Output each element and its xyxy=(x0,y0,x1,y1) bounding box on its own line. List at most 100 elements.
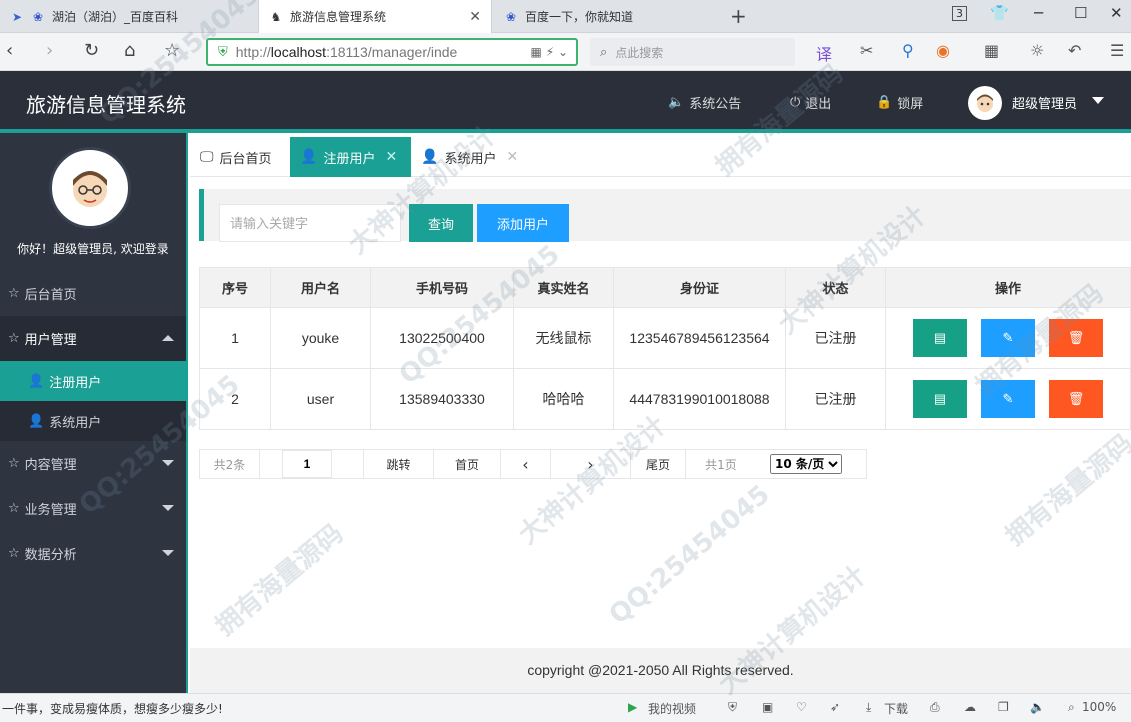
cell-real-name: 哈哈哈 xyxy=(513,368,614,430)
browser-tab[interactable]: ➤ ❀ 湖泊（湖泊）_百度百科 xyxy=(0,0,258,33)
home-icon[interactable]: ⌂ xyxy=(124,39,135,63)
my-video-link[interactable]: 我的视频 xyxy=(648,700,696,717)
shield-icon[interactable]: ⛨ xyxy=(728,700,737,715)
app-header: 旅游信息管理系统 🔈 系统公告 ⏻ 退出 🔒 锁屏 超级管理员 xyxy=(0,71,1131,133)
address-bar[interactable]: ⛨ http://localhost:18113/manager/inde ▦ … xyxy=(206,38,578,66)
apps-grid-icon[interactable]: ▦ xyxy=(984,41,999,60)
reload-icon[interactable]: ↻ xyxy=(84,39,99,63)
power-icon: ⏻ xyxy=(790,95,801,110)
menu-icon[interactable]: ☰ xyxy=(1110,41,1124,60)
sidebar-item-data-analysis[interactable]: ☆ 数据分析 xyxy=(0,531,186,576)
tab-system-users[interactable]: 👤 系统用户 ✕ xyxy=(411,137,531,177)
scissors-icon[interactable]: ✂ xyxy=(860,41,873,60)
cell-id-card: 444783199010018088 xyxy=(613,368,786,430)
translate-icon[interactable]: 译 xyxy=(816,41,832,65)
shirt-icon[interactable]: 👕 xyxy=(990,4,1009,22)
sidebar-subitem-registered-users[interactable]: 👤 注册用户 xyxy=(0,361,186,401)
sidebar-avatar xyxy=(49,147,131,229)
close-icon[interactable]: ✕ xyxy=(506,149,518,165)
logout-link[interactable]: ⏻ 退出 xyxy=(790,93,831,112)
last-page-button[interactable]: 尾页 xyxy=(631,450,686,478)
keyword-input[interactable] xyxy=(219,204,401,242)
table-row: 2 user 13589403330 哈哈哈 44478319901001808… xyxy=(199,368,1131,430)
page-size-select[interactable]: 10 条/页 xyxy=(770,454,842,474)
header-username[interactable]: 超级管理员 xyxy=(1012,93,1077,112)
download-icon[interactable]: ⤓ xyxy=(866,700,871,715)
prev-page-icon[interactable]: ‹ xyxy=(501,450,551,478)
close-tab-icon[interactable]: ✕ xyxy=(469,9,481,25)
trash-icon: 🗑 xyxy=(1067,330,1085,345)
add-user-button[interactable]: 添加用户 xyxy=(477,204,569,242)
copy-icon[interactable]: ❐ xyxy=(998,700,1009,714)
maximize-icon[interactable]: ☐ xyxy=(1074,4,1087,22)
column-header: 操作 xyxy=(885,267,1131,308)
browser-tab-title: 旅游信息管理系统 xyxy=(290,10,387,24)
star-outline-icon: ☆ xyxy=(8,501,20,516)
undo-icon[interactable]: ↶ xyxy=(1068,41,1081,60)
paw-icon: ❀ xyxy=(505,9,517,24)
status-ticker[interactable]: 一件事，变成易瘦体质，想瘦多少瘦多少! xyxy=(2,700,223,717)
first-page-button[interactable]: 首页 xyxy=(434,450,501,478)
column-header: 序号 xyxy=(199,267,271,308)
rocket-icon[interactable]: ➶ xyxy=(830,700,840,714)
browser-tab[interactable]: ❀ 百度一下，你就知道 xyxy=(494,0,724,33)
sidebar-item-business-management[interactable]: ☆ 业务管理 xyxy=(0,486,186,531)
edit-button[interactable]: ✎ xyxy=(981,319,1035,357)
jump-button[interactable]: 跳转 xyxy=(364,450,434,478)
download-link[interactable]: 下载 xyxy=(884,700,908,717)
browser-search-input[interactable]: ⌕ 点此搜索 xyxy=(590,38,795,66)
monitor-icon: 🖵 xyxy=(200,149,214,165)
url-actions[interactable]: ▦ ⚡ ⌄ xyxy=(531,45,568,59)
bookmark-star-icon[interactable]: ☆ xyxy=(164,39,180,63)
forward-icon[interactable]: › xyxy=(46,39,53,63)
view-button[interactable]: ▤ xyxy=(913,319,967,357)
url-text: http://localhost:18113/manager/inde xyxy=(235,44,458,60)
image-icon[interactable]: ▣ xyxy=(762,700,773,714)
cell-index: 2 xyxy=(199,368,271,430)
print-icon[interactable]: ⎙ xyxy=(930,700,940,715)
page-number-input[interactable] xyxy=(282,450,332,478)
announce-link[interactable]: 🔈 系统公告 xyxy=(668,93,741,112)
volume-icon[interactable]: 🔈 xyxy=(1030,700,1045,714)
browser-nav-bar: ‹ › ↻ ⌂ ☆ ⛨ http://localhost:18113/manag… xyxy=(0,33,1131,71)
antelope-icon: ♞ xyxy=(270,9,282,24)
view-button[interactable]: ▤ xyxy=(913,380,967,418)
heart-icon[interactable]: ♡ xyxy=(796,700,807,714)
tab-count-badge[interactable]: 3 xyxy=(952,6,967,21)
delete-button[interactable]: 🗑 xyxy=(1049,319,1103,357)
paw-icon: ❀ xyxy=(32,9,44,24)
gamepad-icon[interactable]: ◉ xyxy=(936,41,950,60)
tab-registered-users[interactable]: 👤 注册用户 ✕ xyxy=(290,137,411,177)
zoom-level[interactable]: 100% xyxy=(1082,700,1116,714)
new-tab-icon[interactable]: + xyxy=(730,4,747,28)
delete-button[interactable]: 🗑 xyxy=(1049,380,1103,418)
back-icon[interactable]: ‹ xyxy=(6,39,13,63)
sidebar-item-content-management[interactable]: ☆ 内容管理 xyxy=(0,441,186,486)
magnifier-icon[interactable]: ⚲ xyxy=(902,41,914,60)
avatar[interactable] xyxy=(968,86,1002,120)
lock-screen-link[interactable]: 🔒 锁屏 xyxy=(876,93,923,112)
pager-total: 共2条 xyxy=(200,450,260,478)
star-outline-icon: ☆ xyxy=(8,546,20,561)
tab-home[interactable]: 🖵 后台首页 xyxy=(190,137,290,177)
sidebar-item-home[interactable]: ☆ 后台首页 xyxy=(0,271,186,316)
cloud-icon[interactable]: ☁ xyxy=(964,700,976,714)
avatar-face-icon xyxy=(977,94,993,112)
sidebar-item-user-management[interactable]: ☆ 用户管理 xyxy=(0,316,186,361)
close-window-icon[interactable]: ✕ xyxy=(1110,4,1123,22)
query-button[interactable]: 查询 xyxy=(409,204,473,242)
column-header: 手机号码 xyxy=(370,267,514,308)
close-icon[interactable]: ✕ xyxy=(385,149,397,165)
user-icon: 👤 xyxy=(28,413,45,429)
user-icon: 👤 xyxy=(300,149,318,165)
chevron-down-icon xyxy=(162,505,174,511)
chevron-down-icon[interactable] xyxy=(1092,97,1104,104)
next-page-icon[interactable]: › xyxy=(551,450,631,478)
brightness-icon[interactable]: ☼ xyxy=(1030,41,1044,60)
column-header: 状态 xyxy=(785,267,886,308)
sidebar-subitem-system-users[interactable]: 👤 系统用户 xyxy=(0,401,186,441)
minimize-icon[interactable]: ─ xyxy=(1034,4,1043,22)
edit-button[interactable]: ✎ xyxy=(981,380,1035,418)
lock-icon: 🔒 xyxy=(876,95,893,110)
browser-tab-active[interactable]: ♞ 旅游信息管理系统 ✕ xyxy=(258,0,492,33)
